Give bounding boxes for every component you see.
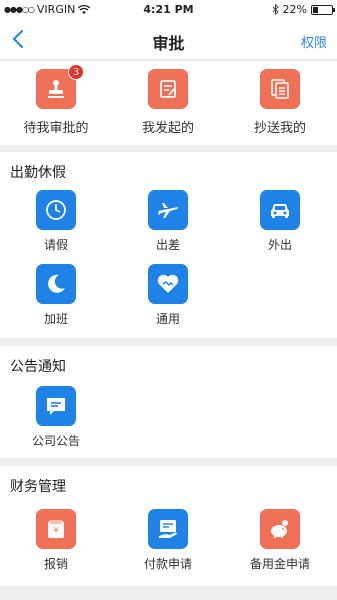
piggy-bank-icon: [260, 509, 300, 549]
payment-request-label: 付款申请: [143, 557, 192, 571]
section-title: 出勤休假: [10, 165, 66, 181]
outing-label: 外出: [267, 238, 292, 252]
form-edit-icon: [148, 69, 188, 109]
pending-count-badge: 3: [68, 64, 84, 80]
business-trip-label: 出差: [155, 238, 180, 252]
cc-to-me-button[interactable]: 抄送我的: [224, 69, 336, 136]
company-announcement-button[interactable]: 公司公告: [0, 386, 112, 449]
leave-request-button[interactable]: 请假: [0, 190, 112, 253]
pending-approval-label: 待我审批的: [23, 121, 89, 136]
clock-icon: [36, 190, 76, 230]
initiated-by-me-button[interactable]: 我发起的: [112, 69, 224, 136]
announcements-section: 公告通知 公司公告: [0, 346, 337, 458]
car-icon: [260, 190, 300, 230]
general-label: 通用: [155, 312, 180, 326]
outing-button[interactable]: 外出: [224, 190, 336, 253]
petty-cash-request-label: 备用金申请: [249, 557, 310, 571]
bluetooth-icon: [272, 4, 279, 15]
section-title: 财务管理: [10, 479, 66, 495]
permissions-button[interactable]: 权限: [301, 32, 327, 51]
moon-icon: [36, 264, 76, 304]
general-button[interactable]: 通用: [112, 264, 224, 327]
company-announcement-label: 公司公告: [31, 434, 80, 448]
stamp-icon: 3: [36, 64, 84, 109]
initiated-by-me-label: 我发起的: [141, 121, 194, 136]
status-bar: ●●●○○ VIRGIN 4:21 PM 22%: [0, 0, 337, 20]
pending-approval-button[interactable]: 3 待我审批的: [0, 64, 112, 136]
battery-icon: [311, 4, 335, 15]
documents-copy-icon: [260, 69, 300, 109]
page-title: 审批: [152, 34, 185, 53]
nav-bar: 审批 权限: [0, 20, 337, 60]
petty-cash-request-button[interactable]: 备用金申请: [224, 509, 336, 572]
battery-percent: 22%: [282, 3, 307, 16]
attendance-section: 出勤休假 请假 出差 外出 加班 通用: [0, 152, 337, 338]
svg-text:¥: ¥: [53, 526, 58, 535]
cc-to-me-label: 抄送我的: [253, 121, 306, 136]
top-actions-section: 3 待我审批的 我发起的 抄送我的: [0, 61, 337, 145]
payment-card-icon: [148, 509, 188, 549]
leave-request-label: 请假: [43, 238, 68, 252]
overtime-button[interactable]: 加班: [0, 264, 112, 327]
reimbursement-label: 报销: [43, 557, 68, 571]
overtime-label: 加班: [43, 312, 68, 326]
finance-section: 财务管理 ¥ 报销 付款申请 备用金申请: [0, 466, 337, 586]
handshake-icon: [148, 264, 188, 304]
payment-request-button[interactable]: 付款申请: [112, 509, 224, 572]
airplane-icon: [148, 190, 188, 230]
message-icon: [36, 386, 76, 426]
wallet-icon: ¥: [36, 509, 76, 549]
reimbursement-button[interactable]: ¥ 报销: [0, 509, 112, 572]
business-trip-button[interactable]: 出差: [112, 190, 224, 253]
section-title: 公告通知: [10, 359, 66, 375]
